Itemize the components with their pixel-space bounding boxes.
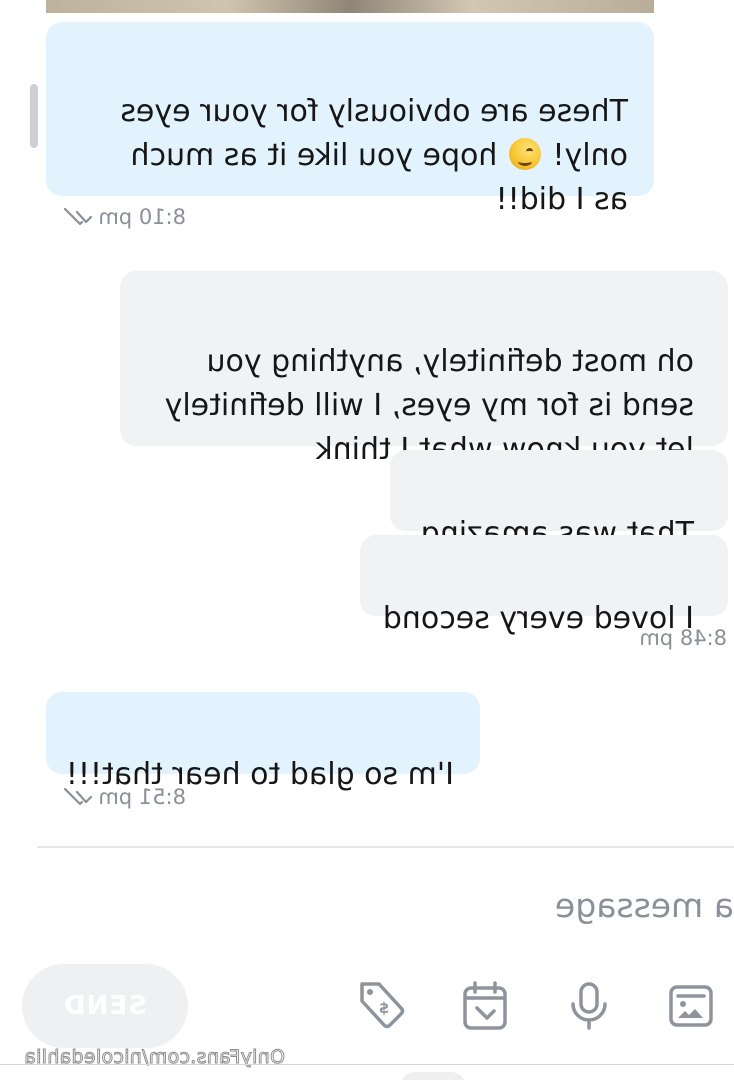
send-button[interactable]: SEND [22,964,188,1048]
message-bubble-incoming[interactable]: These are obviously for your eyes only! … [46,22,654,217]
svg-text:$: $ [379,999,389,1017]
message-meta: 8:51 pm [64,785,186,809]
media-preview-strip[interactable] [46,0,654,13]
message-input[interactable]: a message [555,886,734,925]
price-tag-icon[interactable]: $ [356,980,406,1032]
scrollbar[interactable] [30,84,38,148]
message-bubble-outgoing[interactable]: That was amazing [390,450,728,551]
bottom-divider [0,1064,734,1065]
winking-face-icon [508,138,541,170]
message-time: 8:48 pm [639,626,727,650]
message-time: 8:10 pm [98,205,186,229]
message-text: oh most definitely, anything you send is… [164,344,694,467]
double-check-icon [64,208,93,226]
message-bubble-outgoing[interactable]: I loved every second [360,535,728,636]
home-indicator[interactable] [400,1072,466,1080]
message-meta: 8:48 pm [639,626,727,650]
microphone-icon[interactable] [564,980,614,1032]
message-bubble-incoming[interactable]: I'm so glad to hear that!!! [46,692,480,792]
mirrored-view: These are obviously for your eyes only! … [0,0,734,1080]
composer-divider [37,846,734,848]
message-meta: 8:10 pm [64,205,186,229]
double-check-icon [64,788,93,806]
message-input-placeholder: a message [554,886,734,925]
message-time: 8:51 pm [98,785,186,809]
message-bubble-outgoing[interactable]: oh most definitely, anything you send is… [120,271,728,467]
chat-screen: These are obviously for your eyes only! … [0,0,734,1080]
calendar-icon[interactable] [460,980,510,1032]
image-icon[interactable] [666,980,716,1032]
